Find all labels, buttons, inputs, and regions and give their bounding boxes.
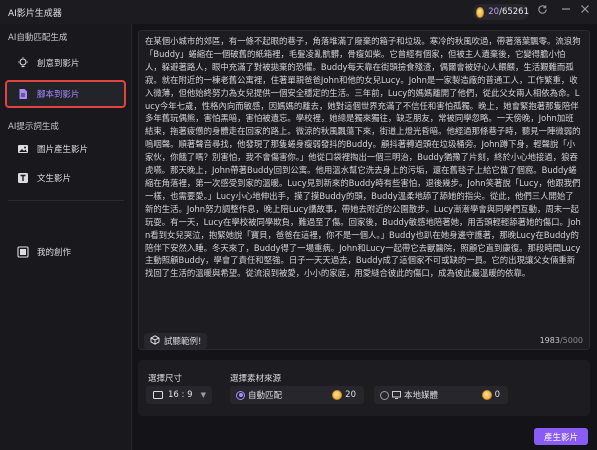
chevron-down-icon: ▼: [200, 391, 206, 399]
sidebar-item-label: 我的創作: [37, 248, 72, 258]
coin-icon: [481, 390, 492, 400]
credits-total: /65261: [499, 7, 529, 17]
ratio-label: 選擇尺寸: [148, 374, 183, 384]
sidebar-divider: [8, 200, 124, 201]
radio-selected[interactable]: [236, 390, 245, 400]
sidebar-item-image-to-video[interactable]: 圖片產生影片: [7, 137, 125, 161]
radio-unselected[interactable]: [380, 390, 389, 400]
minimize-icon[interactable]: [559, 4, 573, 18]
screen-icon: [153, 391, 163, 399]
title-bar: AI影片生成器 20/65261: [0, 0, 597, 24]
source-cost-value: 20: [345, 390, 356, 400]
source-cost: 20: [332, 390, 356, 400]
coin-icon: [332, 390, 343, 400]
example-button[interactable]: 試聽範例!: [144, 333, 208, 349]
text-icon: [17, 172, 29, 184]
source-option-label: 本地媒體: [404, 391, 439, 401]
sidebar-item-text-to-video[interactable]: 文生影片: [7, 166, 125, 190]
example-button-label: 試聽範例!: [164, 337, 202, 347]
monitor-icon: [392, 391, 401, 399]
source-option-auto[interactable]: 自動匹配 20: [230, 386, 364, 404]
sidebar: AI自動匹配生成 創意到影片 腳本到影片 AI提示詞生成 圖片產生影片 文生影片…: [0, 24, 132, 450]
lightbulb-icon: [17, 57, 29, 69]
close-icon[interactable]: [578, 4, 592, 18]
sidebar-item-label: 文生影片: [37, 174, 72, 184]
refresh-icon[interactable]: [535, 4, 549, 18]
char-max: /5000: [559, 336, 583, 345]
ratio-value: 16 : 9: [168, 390, 193, 400]
credits-current: 20: [488, 7, 500, 17]
generate-video-button[interactable]: 產生影片: [534, 428, 588, 445]
sidebar-item-my-creations[interactable]: 我的創作: [7, 240, 125, 264]
document-icon: [17, 88, 29, 100]
script-editor[interactable]: 在某個小城市的郊區，有一條不起眼的巷子，角落堆滿了廢棄的箱子和垃圾。寒冷的秋風吹…: [138, 30, 590, 350]
sidebar-item-label: 圖片產生影片: [37, 145, 89, 155]
source-option-label: 自動匹配: [248, 391, 283, 401]
section-title-auto: AI自動匹配生成: [8, 33, 68, 43]
section-title-prompt: AI提示詞生成: [8, 122, 59, 132]
cube-icon: [150, 334, 160, 348]
folder-icon: [17, 246, 29, 258]
sidebar-item-label: 創意到影片: [37, 59, 80, 69]
sidebar-item-idea-to-video[interactable]: 創意到影片: [7, 51, 125, 75]
source-option-local[interactable]: 本地媒體 0: [374, 386, 508, 404]
app-title: AI影片生成器: [8, 9, 62, 19]
image-icon: [17, 143, 29, 155]
sidebar-item-label: 腳本到影片: [37, 90, 80, 100]
source-cost: 0: [481, 390, 500, 400]
char-counter: 1983/5000: [540, 336, 583, 345]
credits-badge[interactable]: 20/65261: [473, 4, 529, 20]
source-cost-value: 0: [494, 390, 500, 400]
credits-value: 20/65261: [488, 7, 529, 17]
sidebar-item-script-to-video[interactable]: 腳本到影片: [5, 80, 126, 108]
script-text[interactable]: 在某個小城市的郊區，有一條不起眼的巷子，角落堆滿了廢棄的箱子和垃圾。寒冷的秋風吹…: [145, 35, 581, 325]
options-panel: 選擇尺寸 16 : 9 ▼ 選擇素材來源 自動匹配 20 本地媒體 0: [138, 360, 590, 416]
source-label: 選擇素材來源: [230, 374, 282, 384]
char-count: 1983: [539, 336, 560, 345]
coin-icon: [476, 6, 485, 18]
ratio-select[interactable]: 16 : 9 ▼: [146, 386, 212, 404]
